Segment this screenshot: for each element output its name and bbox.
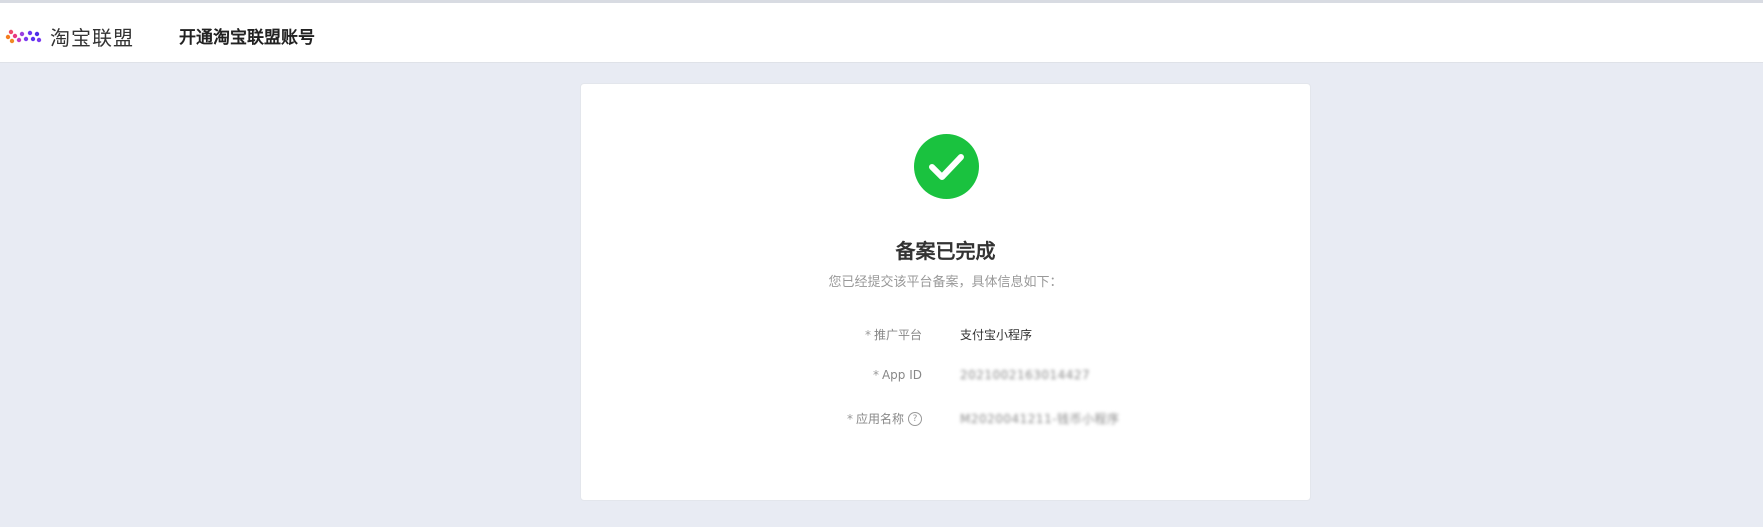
result-subtitle: 您已经提交该平台备案，具体信息如下： (828, 275, 1063, 290)
brand-logo[interactable]: 淘宝联盟 (5, 22, 134, 51)
field-label-text: 推广平台 (873, 328, 922, 342)
check-circle-icon (914, 134, 979, 199)
field-row-app-name: * 应用名称 ? M2020041211-钱币小程序 (581, 410, 1310, 430)
field-value-app-id: 2021002163014427 (960, 368, 1091, 382)
field-label-platform: * 推广平台 (865, 326, 922, 343)
required-mark: * (872, 368, 879, 382)
result-title: 备案已完成 (895, 239, 996, 263)
top-header: 淘宝联盟 开通淘宝联盟账号 (0, 3, 1763, 63)
required-mark: * (864, 327, 871, 342)
page-title: 开通淘宝联盟账号 (179, 28, 315, 48)
required-mark: * (846, 411, 853, 426)
field-row-app-id: * App ID 2021002163014427 (581, 368, 1310, 388)
field-label-text: 应用名称 (855, 412, 904, 426)
field-row-platform: * 推广平台 支付宝小程序 (581, 326, 1310, 346)
taobao-union-dots-logo-icon (5, 29, 42, 43)
result-card: 备案已完成 您已经提交该平台备案，具体信息如下： * 推广平台 支付宝小程序 *… (580, 83, 1311, 501)
field-label-text: App ID (881, 368, 922, 382)
brand-name: 淘宝联盟 (50, 26, 134, 50)
question-circle-icon[interactable]: ? (908, 411, 922, 426)
field-value-platform: 支付宝小程序 (960, 328, 1033, 342)
field-label-app-id: * App ID (873, 368, 922, 382)
field-value-app-name: M2020041211-钱币小程序 (960, 412, 1120, 426)
field-label-app-name: * 应用名称 ? (847, 410, 922, 427)
